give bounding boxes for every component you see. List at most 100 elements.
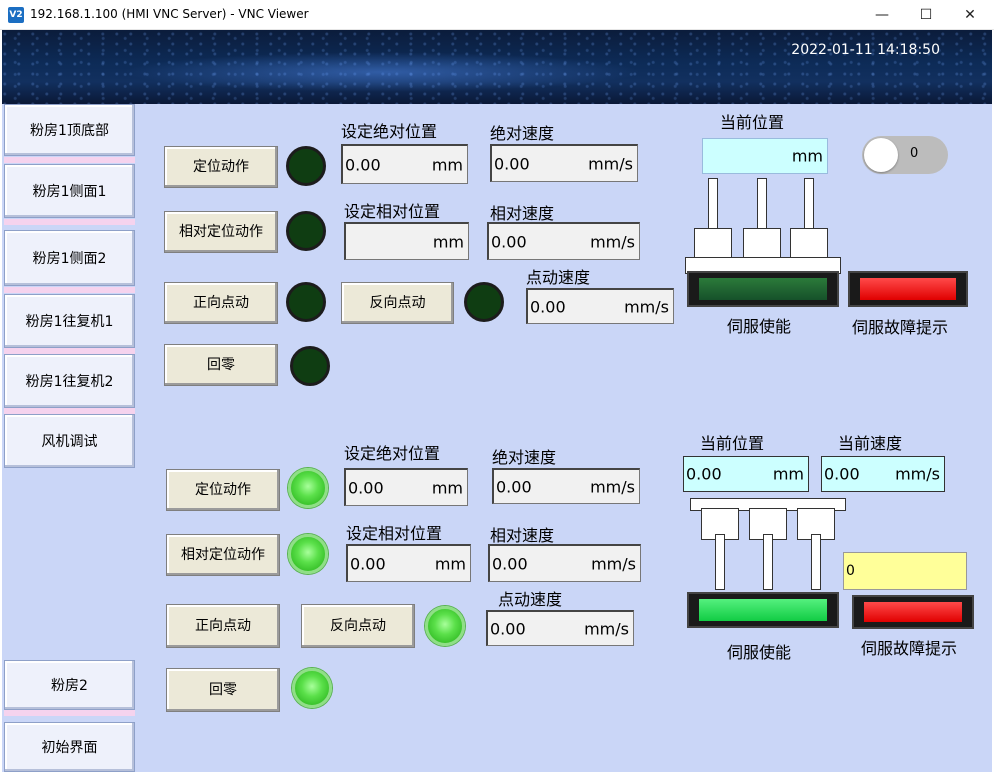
sidebar-item-powder-room1-side2[interactable]: 粉房1侧面2: [4, 230, 135, 286]
field-unit: mm: [431, 155, 463, 174]
bottom-servo-fault-label: 伺服故障提示: [861, 639, 958, 658]
top-home-lamp: [290, 346, 330, 386]
field-unit: mm: [431, 478, 463, 497]
bottom-jog-speed-input[interactable]: 0.00 mm/s: [486, 610, 634, 646]
top-abs-speed-label: 绝对速度: [490, 124, 555, 143]
top-abs-pos-input[interactable]: 0.00 mm: [341, 144, 468, 184]
actuator-rod: [763, 534, 773, 590]
field-unit: mm/s: [590, 232, 635, 251]
sidebar-item-label: 粉房1往复机2: [25, 374, 114, 390]
field-unit: mm: [772, 464, 804, 484]
bottom-forward-jog-button[interactable]: 正向点动: [166, 604, 280, 648]
datetime-display: 2022-01-11 14:18:50: [791, 42, 940, 58]
field-unit: mm: [432, 232, 464, 251]
main-panel: 粉房1顶底部 粉房1侧面1 粉房1侧面2 粉房1往复机1 粉房1往复机2 风机调…: [2, 104, 992, 772]
bottom-current-pos-display: 0.00 mm: [683, 456, 809, 492]
field-unit: mm/s: [590, 477, 635, 496]
sidebar-item-powder-room1-side1[interactable]: 粉房1侧面1: [4, 164, 135, 218]
top-jog-speed-input[interactable]: 0.00 mm/s: [526, 288, 674, 324]
sidebar-item-powder-room1-top-bottom[interactable]: 粉房1顶底部: [4, 104, 135, 156]
actuator-block: [790, 228, 828, 260]
bottom-rel-locate-lamp: [288, 534, 328, 574]
sidebar-item-label: 粉房1侧面2: [32, 251, 107, 267]
sidebar-item-fan-debug[interactable]: 风机调试: [4, 414, 135, 468]
sidebar-divider: [4, 287, 135, 293]
top-locate-button[interactable]: 定位动作: [164, 146, 278, 188]
top-servo-fault-label: 伺服故障提示: [852, 318, 949, 337]
minimize-button[interactable]: —: [860, 0, 904, 30]
top-servo-fault-indicator: [848, 271, 968, 307]
top-current-pos-label: 当前位置: [720, 113, 785, 132]
bottom-yellow-value-display: 0: [843, 552, 967, 590]
actuator-block: [694, 228, 732, 260]
close-button[interactable]: ✕: [948, 0, 992, 30]
bottom-reverse-jog-lamp: [425, 606, 465, 646]
field-value: 0.00: [491, 232, 527, 251]
top-forward-jog-button[interactable]: 正向点动: [164, 282, 278, 324]
servo-bar: [864, 602, 962, 622]
top-home-button[interactable]: 回零: [164, 344, 278, 386]
sidebar-item-label: 粉房1侧面1: [32, 184, 107, 200]
sidebar-item-label: 粉房1往复机1: [25, 314, 114, 330]
bottom-current-speed-label: 当前速度: [838, 434, 903, 453]
top-rel-pos-input[interactable]: mm: [344, 222, 469, 260]
top-current-pos-display: mm: [702, 138, 828, 174]
field-unit: mm: [434, 554, 466, 573]
banner-glow: [122, 52, 642, 92]
bottom-current-speed-display: 0.00 mm/s: [821, 456, 945, 492]
actuator-rod: [811, 534, 821, 590]
top-rel-locate-lamp: [286, 211, 326, 251]
bottom-rel-pos-input[interactable]: 0.00 mm: [346, 544, 471, 582]
bottom-servo-enable-indicator: [687, 592, 839, 628]
top-reverse-jog-button[interactable]: 反向点动: [341, 282, 454, 324]
bottom-abs-speed-label: 绝对速度: [492, 448, 557, 467]
bottom-abs-pos-input[interactable]: 0.00 mm: [344, 468, 468, 506]
bottom-actuator-diagram: [690, 498, 846, 590]
bottom-reverse-jog-button[interactable]: 反向点动: [301, 604, 415, 648]
field-unit: mm: [791, 146, 823, 166]
top-rel-speed-input[interactable]: 0.00 mm/s: [487, 222, 640, 260]
sidebar-item-home-screen[interactable]: 初始界面: [4, 722, 135, 772]
sidebar-item-label: 初始界面: [41, 740, 98, 756]
top-locate-lamp: [286, 146, 326, 186]
header-banner: 2022-01-11 14:18:50: [2, 30, 992, 104]
actuator-rod: [715, 534, 725, 590]
bottom-rel-speed-input[interactable]: 0.00 mm/s: [488, 544, 641, 582]
bottom-abs-speed-input[interactable]: 0.00 mm/s: [492, 468, 640, 504]
bottom-home-button[interactable]: 回零: [166, 668, 280, 712]
sidebar-item-powder-room2[interactable]: 粉房2: [4, 660, 135, 710]
sidebar-item-powder-room1-reciprocator2[interactable]: 粉房1往复机2: [4, 354, 135, 408]
bottom-locate-button[interactable]: 定位动作: [166, 469, 280, 511]
servo-bar: [860, 278, 956, 300]
field-value: 0.00: [345, 155, 381, 174]
top-rel-locate-button[interactable]: 相对定位动作: [164, 211, 278, 253]
bottom-abs-pos-label: 设定绝对位置: [344, 444, 441, 463]
actuator-block: [743, 228, 781, 260]
field-unit: mm/s: [591, 554, 636, 573]
sidebar-item-powder-room1-reciprocator1[interactable]: 粉房1往复机1: [4, 294, 135, 348]
field-unit: mm/s: [895, 464, 940, 484]
field-value: 0.00: [490, 619, 526, 638]
servo-bar: [699, 278, 827, 300]
window-title: 192.168.1.100 (HMI VNC Server) - VNC Vie…: [30, 7, 309, 21]
sidebar-divider: [4, 157, 135, 163]
top-toggle-switch[interactable]: 0: [862, 136, 948, 174]
window-titlebar: V2 192.168.1.100 (HMI VNC Server) - VNC …: [0, 0, 994, 30]
top-servo-enable-label: 伺服使能: [727, 317, 792, 336]
bottom-servo-enable-label: 伺服使能: [727, 643, 792, 662]
servo-bar: [699, 599, 827, 621]
sidebar-item-label: 粉房2: [51, 678, 88, 694]
bottom-rel-pos-label: 设定相对位置: [346, 524, 443, 543]
field-value: 0.00: [530, 297, 566, 316]
top-abs-speed-input[interactable]: 0.00 mm/s: [490, 144, 638, 182]
top-rel-speed-label: 相对速度: [490, 204, 555, 223]
bottom-jog-speed-label: 点动速度: [498, 590, 563, 609]
sidebar-divider: [4, 219, 135, 225]
toggle-value: 0: [910, 146, 919, 161]
bottom-rel-locate-button[interactable]: 相对定位动作: [166, 534, 280, 576]
field-value: 0.00: [824, 464, 860, 484]
field-value: 0.00: [348, 478, 384, 497]
bottom-locate-lamp: [288, 468, 328, 508]
maximize-button[interactable]: ☐: [904, 0, 948, 30]
top-jog-speed-label: 点动速度: [526, 268, 591, 287]
